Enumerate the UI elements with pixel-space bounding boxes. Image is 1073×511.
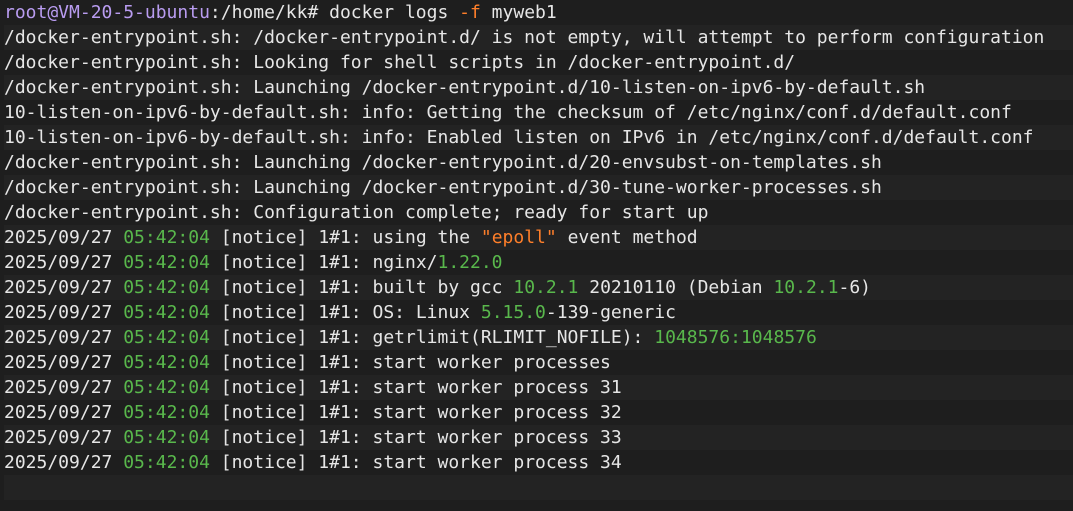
log-text-segment: 10.2.1 xyxy=(513,277,579,298)
log-text-segment: [notice] 1#1: start worker process 33 xyxy=(209,427,622,448)
log-text-segment: notice xyxy=(231,227,297,248)
log-text-segment: /docker-entrypoint.sh: /docker-entrypoin… xyxy=(4,27,1045,48)
log-text-segment: 05:42:04 xyxy=(123,377,210,398)
log-text-segment: -139-generic xyxy=(545,302,676,323)
log-text-segment: -f xyxy=(459,2,481,23)
log-text-segment: root@VM-20-5-ubuntu xyxy=(4,2,210,23)
command-line: root@VM-20-5-ubuntu:/home/kk# docker log… xyxy=(4,0,1073,25)
log-text-segment: /docker-entrypoint.sh: Launching /docker… xyxy=(4,177,882,198)
log-text-segment: 05:42:04 xyxy=(123,327,210,348)
log-text-segment: ] 1#1: using the xyxy=(296,227,481,248)
log-line: /docker-entrypoint.sh: Launching /docker… xyxy=(4,175,1073,200)
log-text-segment: /docker-entrypoint.sh: Configuration com… xyxy=(4,202,709,223)
log-text-segment: 2025/09/27 xyxy=(4,427,124,448)
log-text-segment: [notice] 1#1: nginx/ xyxy=(209,252,438,273)
log-text-segment: [notice] 1#1: start worker process 34 xyxy=(209,452,622,473)
log-text-segment: 05:42:04 xyxy=(123,402,210,423)
log-text-segment: 2025/09/27 xyxy=(4,452,124,473)
log-text-segment: 2025/09/27 xyxy=(4,377,124,398)
log-text-segment: [notice] 1#1: getrlimit(RLIMIT_NOFILE): xyxy=(209,327,655,348)
terminal-window[interactable]: root@VM-20-5-ubuntu:/home/kk# docker log… xyxy=(0,0,1073,511)
log-text-segment: /docker-entrypoint.sh: Launching /docker… xyxy=(4,77,926,98)
log-line: /docker-entrypoint.sh: Launching /docker… xyxy=(4,75,1073,100)
log-line: 10-listen-on-ipv6-by-default.sh: info: G… xyxy=(4,100,1073,125)
log-text-segment: 2025/09/27 xyxy=(4,252,124,273)
log-text-segment: :/home/kk# docker logs xyxy=(209,2,460,23)
log-text-segment: 2025/09/27 xyxy=(4,277,124,298)
terminal-output: root@VM-20-5-ubuntu:/home/kk# docker log… xyxy=(4,0,1073,475)
log-line: /docker-entrypoint.sh: Configuration com… xyxy=(4,200,1073,225)
log-text-segment: [notice] 1#1: OS: Linux xyxy=(209,302,481,323)
log-text-segment: 1.22.0 xyxy=(437,252,503,273)
log-line: 2025/09/27 05:42:04 [notice] 1#1: start … xyxy=(4,425,1073,450)
log-line: 2025/09/27 05:42:04 [notice] 1#1: using … xyxy=(4,225,1073,250)
log-text-segment: 2025/09/27 xyxy=(4,352,124,373)
log-text-segment: 2025/09/27 xyxy=(4,402,124,423)
log-text-segment: [notice] 1#1: start worker processes xyxy=(209,352,611,373)
log-text-segment: /docker-entrypoint.sh: Launching /docker… xyxy=(4,152,882,173)
log-text-segment: myweb1 xyxy=(480,2,557,23)
log-text-segment: [notice] 1#1: start worker process 32 xyxy=(209,402,622,423)
log-line: 2025/09/27 05:42:04 [notice] 1#1: start … xyxy=(4,400,1073,425)
log-text-segment: 05:42:04 xyxy=(123,352,210,373)
log-text-segment: "epoll" xyxy=(480,227,557,248)
log-line: /docker-entrypoint.sh: Launching /docker… xyxy=(4,150,1073,175)
log-text-segment: 20210110 (Debian xyxy=(578,277,774,298)
log-line: 2025/09/27 05:42:04 [notice] 1#1: OS: Li… xyxy=(4,300,1073,325)
log-text-segment: 5.15.0 xyxy=(480,302,546,323)
log-text-segment: 1048576:1048576 xyxy=(654,327,817,348)
log-text-segment: 2025/09/27 xyxy=(4,302,124,323)
terminal-cursor-line xyxy=(4,475,1073,500)
log-text-segment: [ xyxy=(209,227,232,248)
log-line: 10-listen-on-ipv6-by-default.sh: info: E… xyxy=(4,125,1073,150)
log-text-segment: 2025/09/27 xyxy=(4,227,124,248)
log-text-segment: [notice] 1#1: start worker process 31 xyxy=(209,377,622,398)
log-text-segment: 05:42:04 xyxy=(123,252,210,273)
log-text-segment: 10.2.1 xyxy=(773,277,839,298)
log-line: 2025/09/27 05:42:04 [notice] 1#1: built … xyxy=(4,275,1073,300)
log-text-segment: 05:42:04 xyxy=(123,277,210,298)
log-text-segment: -6) xyxy=(838,277,872,298)
log-line: /docker-entrypoint.sh: /docker-entrypoin… xyxy=(4,25,1073,50)
log-text-segment: 10-listen-on-ipv6-by-default.sh: info: G… xyxy=(4,102,1012,123)
log-line: 2025/09/27 05:42:04 [notice] 1#1: getrli… xyxy=(4,325,1073,350)
log-line: 2025/09/27 05:42:04 [notice] 1#1: start … xyxy=(4,350,1073,375)
log-text-segment: 05:42:04 xyxy=(123,302,210,323)
log-line: 2025/09/27 05:42:04 [notice] 1#1: nginx/… xyxy=(4,250,1073,275)
log-line: 2025/09/27 05:42:04 [notice] 1#1: start … xyxy=(4,450,1073,475)
log-line: 2025/09/27 05:42:04 [notice] 1#1: start … xyxy=(4,375,1073,400)
log-text-segment: 05:42:04 xyxy=(123,227,210,248)
log-text-segment: /docker-entrypoint.sh: Looking for shell… xyxy=(4,52,796,73)
log-text-segment: 10-listen-on-ipv6-by-default.sh: info: E… xyxy=(4,127,1034,148)
log-text-segment: 2025/09/27 xyxy=(4,327,124,348)
log-text-segment: 05:42:04 xyxy=(123,427,210,448)
log-text-segment: [notice] 1#1: built by gcc xyxy=(209,277,514,298)
log-line: /docker-entrypoint.sh: Looking for shell… xyxy=(4,50,1073,75)
log-text-segment: event method xyxy=(556,227,698,248)
log-text-segment: 05:42:04 xyxy=(123,452,210,473)
